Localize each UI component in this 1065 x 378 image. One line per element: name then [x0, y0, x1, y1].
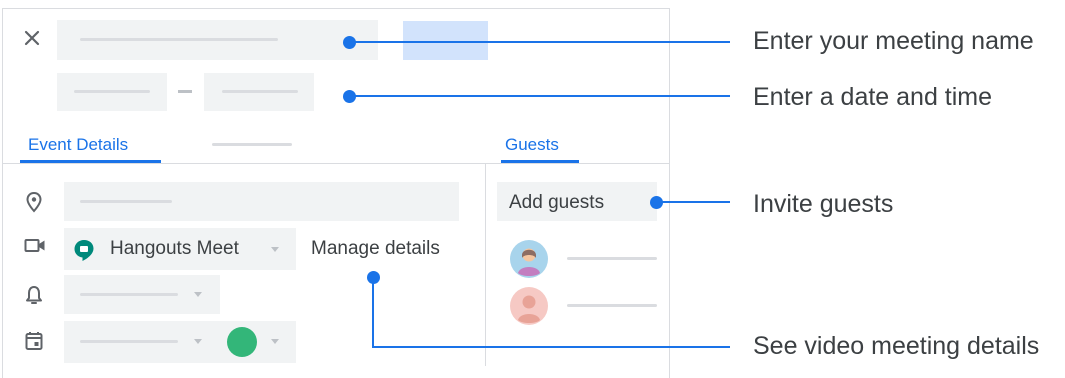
bell-icon: [25, 284, 43, 306]
event-color-dot[interactable]: [227, 327, 257, 357]
notification-dropdown-caret: [194, 292, 202, 297]
end-date-line: [222, 90, 298, 93]
add-guests-placeholder: Add guests: [509, 192, 605, 213]
callout-line-guests: [656, 201, 730, 203]
callout-line-date-time: [349, 95, 730, 97]
location-placeholder-line: [80, 200, 172, 203]
callout-video-details: See video meeting details: [753, 332, 1040, 360]
date-range-dash: [178, 90, 192, 93]
tab-placeholder-line: [212, 143, 292, 146]
tab-event-details[interactable]: Event Details: [28, 135, 128, 155]
manage-details-link[interactable]: Manage details: [311, 238, 440, 260]
location-icon: [25, 191, 43, 213]
guest-name-line: [567, 257, 657, 260]
callout-guests: Invite guests: [753, 190, 894, 218]
callout-vline-video-details: [372, 277, 374, 348]
video-camera-icon: [24, 238, 46, 254]
close-icon[interactable]: [22, 28, 42, 48]
calendar-placeholder-line: [80, 340, 178, 343]
callout-date-time: Enter a date and time: [753, 83, 993, 111]
guest-avatar: [510, 287, 548, 325]
conference-name: Hangouts Meet: [110, 238, 239, 259]
callout-line-meeting-name: [349, 41, 730, 43]
tabs-divider: [3, 163, 669, 164]
hangouts-meet-icon: [72, 238, 96, 262]
guests-column-divider: [485, 163, 486, 366]
calendar-dropdown-caret: [194, 339, 202, 344]
callout-line-video-details: [372, 346, 730, 348]
event-color-dropdown-caret: [271, 339, 279, 344]
tab-guests[interactable]: Guests: [505, 135, 559, 155]
title-placeholder-line: [80, 38, 278, 41]
guest-name-line: [567, 304, 657, 307]
notification-placeholder-line: [80, 293, 178, 296]
calendar-icon: [25, 331, 43, 351]
callout-meeting-name: Enter your meeting name: [753, 27, 1034, 55]
guest-avatar: [510, 240, 548, 278]
start-date-line: [74, 90, 150, 93]
conference-dropdown-caret: [271, 247, 279, 252]
